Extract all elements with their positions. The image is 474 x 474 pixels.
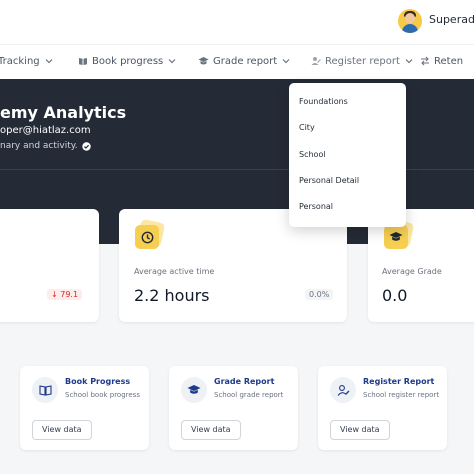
avatar-body — [402, 24, 418, 33]
nav-item-label: Tracking — [0, 55, 40, 67]
nav-item-grade-report[interactable]: Grade report — [198, 44, 290, 78]
dropdown-item-personal-detail[interactable]: Personal Detail — [299, 176, 359, 185]
book-icon — [79, 58, 87, 65]
clock-icon — [141, 231, 153, 243]
report-title: Book Progress — [65, 377, 131, 386]
dropdown-item-school[interactable]: School — [299, 150, 326, 159]
report-icon-wrapper — [181, 377, 207, 403]
nav-item-label: Grade report — [213, 55, 278, 67]
report-card-register-report: Register Report School register report V… — [318, 366, 447, 450]
view-data-button[interactable]: View data — [181, 420, 241, 440]
page-title: emy Analytics — [0, 103, 127, 122]
user-email: oper@hiatlaz.com — [0, 125, 91, 136]
dropdown-item-personal[interactable]: Personal — [299, 202, 333, 211]
stat-value: 0.0 — [382, 286, 408, 305]
avatar-head — [405, 13, 415, 23]
graduation-cap-icon — [389, 232, 403, 241]
report-title: Register Report — [363, 377, 435, 386]
stat-value: 2.2 hours — [134, 286, 210, 305]
report-card-grade-report: Grade Report School grade report View da… — [169, 366, 298, 450]
report-subtitle: School register report — [363, 391, 440, 399]
register-report-dropdown: Foundations City School Personal Detail … — [289, 83, 406, 227]
stat-card-1: ↓ 79.1 — [0, 209, 99, 322]
stat-label: Average active time — [134, 267, 215, 276]
chevron-down-icon — [168, 59, 176, 64]
report-subtitle: School book progress — [65, 391, 140, 399]
view-data-button[interactable]: View data — [330, 420, 390, 440]
user-avatar[interactable] — [398, 9, 422, 33]
chevron-down-icon — [405, 59, 413, 64]
dropdown-item-foundations[interactable]: Foundations — [299, 97, 348, 106]
dropdown-item-city[interactable]: City — [299, 123, 315, 132]
nav-item-register-report[interactable]: Register report — [311, 44, 413, 78]
nav-item-label: Reten — [434, 55, 464, 67]
nav-item-label: Book progress — [92, 55, 164, 67]
verified-check-icon — [81, 141, 91, 151]
report-title: Grade Report — [214, 377, 275, 386]
chevron-down-icon — [282, 59, 290, 64]
book-icon — [38, 385, 52, 396]
hero-subtitle: nary and activity. — [0, 141, 91, 151]
user-name[interactable]: Superadm — [429, 13, 474, 26]
view-data-button[interactable]: View data — [32, 420, 92, 440]
trend-badge: ↓ 79.1 — [47, 289, 83, 300]
trend-badge: 0.0% — [305, 289, 334, 300]
report-icon-wrapper — [32, 377, 58, 403]
user-edit-icon — [337, 384, 349, 396]
report-card-book-progress: Book Progress School book progress View … — [20, 366, 149, 450]
stat-label: Average Grade — [382, 267, 442, 276]
graduation-cap-icon — [187, 385, 201, 394]
report-subtitle: School grade report — [214, 391, 284, 399]
user-edit-icon — [311, 57, 321, 65]
stat-icon-wrapper — [135, 218, 166, 251]
hero-subtitle-text: nary and activity. — [0, 141, 78, 151]
nav-item-retention[interactable]: Reten — [420, 44, 463, 78]
nav-item-tracking[interactable]: Tracking — [0, 44, 53, 78]
nav-item-label: Register report — [325, 55, 400, 67]
graduation-cap-icon — [198, 57, 209, 65]
arrows-icon — [421, 56, 429, 66]
nav-item-book-progress[interactable]: Book progress — [78, 44, 176, 78]
chevron-down-icon — [45, 59, 53, 64]
stat-icon-wrapper — [384, 218, 415, 251]
report-icon-wrapper — [330, 377, 356, 403]
